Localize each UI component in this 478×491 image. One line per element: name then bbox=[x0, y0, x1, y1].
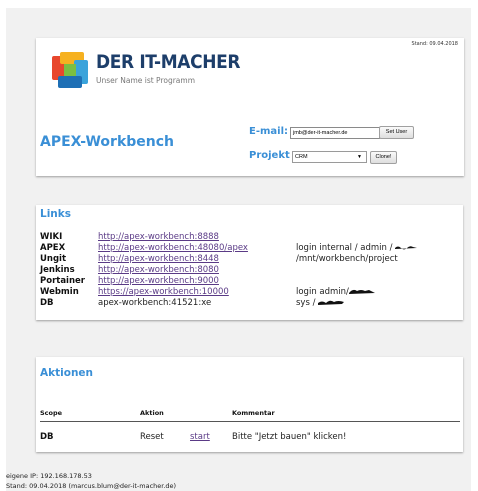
stand-date: Stand: 09.04.2018 bbox=[411, 41, 458, 47]
link-name: Portainer bbox=[40, 276, 85, 286]
link-url[interactable]: https://apex-workbench:10000 bbox=[98, 287, 229, 297]
actions-card: Aktionen Scope Aktion Kommentar DB Reset… bbox=[36, 357, 463, 452]
link-url[interactable]: http://apex-workbench:48080/apex bbox=[98, 243, 248, 253]
page-title: APEX-Workbench bbox=[40, 134, 175, 150]
link-row-apex: APEX http://apex-workbench:48080/apex lo… bbox=[36, 243, 463, 254]
logo-icon bbox=[52, 52, 88, 88]
redaction-scribble bbox=[318, 300, 345, 305]
projekt-selected-value: CRM bbox=[295, 154, 308, 160]
link-name: Jenkins bbox=[40, 265, 75, 275]
clone-button[interactable]: Clone! bbox=[370, 151, 397, 164]
link-row-webmin: Webmin https://apex-workbench:10000 logi… bbox=[36, 287, 463, 298]
link-url[interactable]: http://apex-workbench:9000 bbox=[98, 276, 219, 286]
email-field[interactable]: jmb@der-it-macher.de bbox=[290, 127, 380, 139]
link-row-db: DB apex-workbench:41521:xe sys / bbox=[36, 298, 463, 309]
start-link[interactable]: start bbox=[190, 432, 210, 442]
link-note: login admin/ bbox=[296, 287, 375, 297]
set-user-button[interactable]: Set User bbox=[379, 126, 414, 139]
column-header-scope: Scope bbox=[40, 409, 63, 417]
footer-stand: Stand: 09.04.2018 (marcus.blum@der-it-ma… bbox=[6, 482, 177, 490]
column-header-aktion: Aktion bbox=[140, 409, 164, 417]
link-url: apex-workbench:41521:xe bbox=[98, 298, 212, 308]
links-title: Links bbox=[40, 208, 71, 220]
link-row-jenkins: Jenkins http://apex-workbench:8080 bbox=[36, 265, 463, 276]
link-note: /mnt/workbench/project bbox=[296, 254, 398, 264]
cell-aktion: Reset bbox=[140, 432, 164, 442]
link-name: Ungit bbox=[40, 254, 67, 264]
projekt-select[interactable]: CRM ▼ bbox=[292, 151, 367, 163]
link-note: login internal / admin / bbox=[296, 243, 418, 253]
cell-kommentar: Bitte "Jetzt bauen" klicken! bbox=[232, 432, 347, 442]
link-name: Webmin bbox=[40, 287, 79, 297]
links-card: Links WIKI http://apex-workbench:8888 AP… bbox=[36, 205, 463, 320]
link-row-portainer: Portainer http://apex-workbench:9000 bbox=[36, 276, 463, 287]
cell-scope: DB bbox=[40, 432, 54, 442]
link-url[interactable]: http://apex-workbench:8080 bbox=[98, 265, 219, 275]
header-card: Stand: 09.04.2018 DER IT-MACHER Unser Na… bbox=[36, 38, 464, 176]
brand-name: DER IT-MACHER bbox=[96, 52, 241, 73]
chevron-down-icon: ▼ bbox=[357, 154, 362, 160]
brand-slogan: Unser Name ist Programm bbox=[96, 76, 196, 85]
redaction-scribble bbox=[395, 245, 418, 249]
actions-title: Aktionen bbox=[40, 367, 94, 379]
link-url[interactable]: http://apex-workbench:8888 bbox=[98, 232, 219, 242]
link-url[interactable]: http://apex-workbench:8448 bbox=[98, 254, 219, 264]
footer-ip: eigene IP: 192.168.178.53 bbox=[6, 472, 92, 480]
column-header-kommentar: Kommentar bbox=[232, 409, 275, 417]
link-row-wiki: WIKI http://apex-workbench:8888 bbox=[36, 232, 463, 243]
redaction-scribble bbox=[348, 289, 375, 294]
link-name: APEX bbox=[40, 243, 66, 253]
projekt-label: Projekt bbox=[249, 150, 290, 161]
email-label: E-mail: bbox=[249, 126, 289, 137]
link-name: DB bbox=[40, 298, 54, 308]
link-name: WIKI bbox=[40, 232, 63, 242]
link-row-ungit: Ungit http://apex-workbench:8448 /mnt/wo… bbox=[36, 254, 463, 265]
link-note: sys / bbox=[296, 298, 345, 308]
table-divider bbox=[40, 421, 460, 422]
